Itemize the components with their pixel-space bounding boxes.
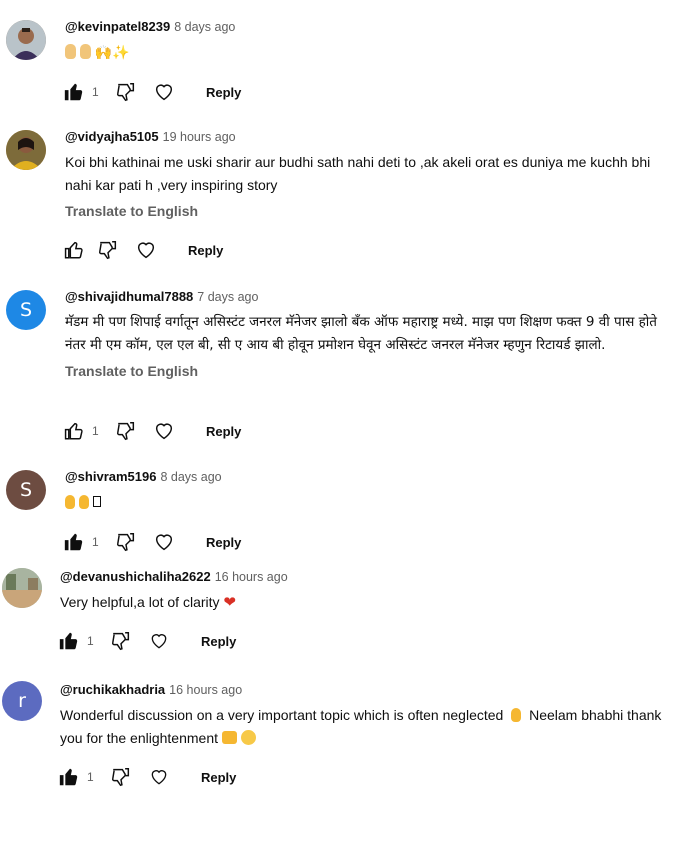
dislike-icon[interactable] [96,238,120,262]
comment-text: 🙌✨ [65,41,671,65]
dislike-icon[interactable] [109,629,133,653]
ok-hand-emoji-icon [65,495,75,509]
like-icon[interactable] [62,530,86,554]
avatar[interactable]: S [6,290,46,330]
sparkles-emoji-icon: ✨ [112,45,130,61]
heart-icon[interactable] [147,629,171,653]
ok-hand-emoji-icon [511,708,522,722]
comment-text-part: Wonderful discussion on a very important… [60,707,504,723]
avatar[interactable] [2,568,42,608]
comment-author[interactable]: @shivram5196 [65,469,156,484]
comment-author[interactable]: @devanushichaliha2622 [60,569,211,584]
comment-author[interactable]: @vidyajha5105 [65,129,159,144]
comment-author[interactable]: @kevinpatel8239 [65,19,170,34]
like-count: 1 [92,424,99,438]
avatar[interactable]: r [2,681,42,721]
avatar[interactable] [6,130,46,170]
like-icon[interactable] [57,765,81,789]
avatar[interactable] [6,20,46,60]
reply-button[interactable]: Reply [206,424,241,439]
comment-author[interactable]: @ruchikakhadria [60,682,165,697]
like-icon[interactable] [57,629,81,653]
comment-time[interactable]: 8 days ago [160,470,221,484]
dislike-icon[interactable] [114,419,138,443]
like-icon[interactable] [62,238,86,262]
comment-text: Wonderful discussion on a very important… [60,704,670,750]
like-count: 1 [92,85,99,99]
avatar-letter: r [18,690,26,712]
comment-text: Koi bhi kathinai me uski sharir aur budh… [65,154,651,193]
heart-icon[interactable] [147,765,171,789]
like-count: 1 [87,770,94,784]
translate-button[interactable]: Translate to English [65,201,671,221]
missing-glyph-icon [92,496,101,507]
like-icon[interactable] [62,80,86,104]
heart-icon[interactable] [152,419,176,443]
heart-icon[interactable] [152,80,176,104]
avatar-letter: S [19,479,33,501]
comment-text: Very helpful,a lot of clarity ❤ [60,591,671,614]
comment-text [65,491,671,514]
ok-hand-emoji-icon [78,495,89,509]
heart-icon[interactable] [152,530,176,554]
dislike-icon[interactable] [114,80,138,104]
ok-hand-emoji-icon [65,44,76,59]
comment-time[interactable]: 16 hours ago [169,683,242,697]
ok-hand-emoji-icon [79,44,91,59]
like-count: 1 [87,634,94,648]
reply-button[interactable]: Reply [206,85,241,100]
comment-author[interactable]: @shivajidhumal7888 [65,289,193,304]
thumbs-up-emoji-icon [221,731,237,744]
red-heart-emoji-icon: ❤ [223,594,236,611]
comment-text-value: Very helpful,a lot of clarity [60,594,220,610]
heart-icon[interactable] [134,238,158,262]
reply-button[interactable]: Reply [201,634,236,649]
avatar[interactable]: S [6,470,46,510]
comment-time[interactable]: 19 hours ago [163,130,236,144]
praying-hands-emoji-icon: 🙌 [94,45,113,61]
comment-time[interactable]: 8 days ago [174,20,235,34]
translate-button[interactable]: Translate to English [65,361,671,381]
smiling-face-emoji-icon [240,730,256,745]
comment-text: मॅडम मी पण शिपाई वर्गातून असिस्टंट जनरल … [65,314,657,353]
like-count: 1 [92,535,99,549]
avatar-letter: S [19,299,33,321]
comment-time[interactable]: 16 hours ago [215,570,288,584]
dislike-icon[interactable] [109,765,133,789]
reply-button[interactable]: Reply [206,535,241,550]
comment-time[interactable]: 7 days ago [197,290,258,304]
reply-button[interactable]: Reply [201,770,236,785]
like-icon[interactable] [62,419,86,443]
reply-button[interactable]: Reply [188,243,223,258]
dislike-icon[interactable] [114,530,138,554]
